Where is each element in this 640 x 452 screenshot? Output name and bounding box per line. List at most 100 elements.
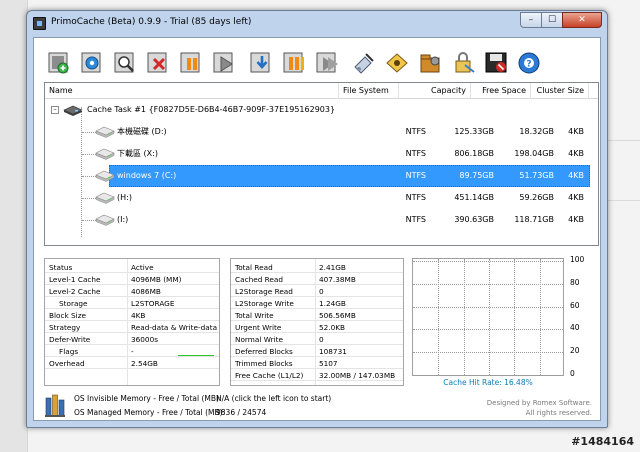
stat-label: Total Read — [235, 263, 273, 272]
stat-value: 0 — [319, 335, 324, 344]
preferences-icon — [420, 54, 440, 73]
drive-row[interactable]: (I:) NTFS 390.63GB 118.71GB 4KB — [45, 209, 598, 231]
hard-drive-icon — [95, 148, 115, 160]
drive-name: 本機磁碟 (D:) — [117, 127, 167, 136]
main-client-area: ? Name File System Capacity Free Space C… — [33, 37, 601, 421]
stat-value: 4096MB (MM) — [131, 275, 182, 284]
license-key-icon — [386, 53, 408, 73]
stat-label: L2Storage Write — [235, 299, 294, 308]
stat-value: 4086MB — [131, 287, 161, 296]
graph-gridline — [464, 259, 465, 375]
play-button[interactable] — [209, 48, 239, 76]
close-button[interactable]: ✕ — [562, 12, 602, 28]
drive-name: 下載區 (X:) — [117, 149, 158, 158]
stat-value: 108731 — [319, 347, 347, 356]
stat-value: 2.54GB — [131, 359, 158, 368]
watermark: #1484164 — [571, 435, 634, 448]
tools-icon — [354, 53, 374, 74]
pause-all-button[interactable] — [279, 48, 309, 76]
stat-label: Overhead — [49, 359, 85, 368]
stat-label: Deferred Blocks — [235, 347, 293, 356]
cache-hit-rate-label: Cache Hit Rate: 16.48% — [443, 378, 533, 387]
stat-label: Flags — [59, 347, 79, 356]
pause-icon — [180, 52, 200, 73]
collapse-toggle[interactable]: – — [51, 106, 59, 114]
stat-row: L2Storage Write 1.24GB — [231, 298, 403, 309]
settings-gear-button[interactable] — [77, 48, 107, 76]
window-title: PrimoCache (Beta) 0.9.9 - Trial (85 days… — [51, 17, 252, 27]
tree-connector — [82, 154, 96, 155]
column-header-file-system[interactable]: File System — [339, 83, 399, 99]
drive-row[interactable]: 下載區 (X:) NTFS 806.18GB 198.04GB 4KB — [45, 143, 598, 165]
stat-label: Normal Write — [235, 335, 283, 344]
preferences-button[interactable] — [415, 48, 445, 76]
stat-row: Status Active — [45, 262, 219, 273]
free-space-cell: 198.04GB — [514, 149, 554, 158]
credit-line: Designed by Romex Software. — [486, 399, 592, 407]
hard-drive-icon — [95, 192, 115, 204]
title-bar[interactable]: PrimoCache (Beta) 0.9.9 - Trial (85 days… — [27, 11, 607, 37]
pause-button[interactable] — [176, 48, 206, 76]
cache-statistics-panel: Total Read 2.41GB Cached Read 407.38MB L2Sto… — [230, 258, 404, 386]
y-axis-tick-label: 40 — [570, 323, 580, 333]
delete-task-icon — [147, 52, 167, 73]
column-header-capacity[interactable]: Capacity — [399, 83, 471, 99]
capacity-cell: 806.18GB — [454, 149, 494, 158]
stat-row: Trimmed Blocks 5107 — [231, 358, 403, 369]
stat-row: Total Write 506.56MB — [231, 310, 403, 321]
disk-save-button[interactable] — [481, 48, 511, 76]
stat-label: Level-2 Cache — [49, 287, 101, 296]
new-task-button[interactable] — [44, 48, 74, 76]
drive-row[interactable]: windows 7 (C:) NTFS 89.75GB 51.73GB 4KB — [45, 165, 598, 187]
os-invisible-memory-label: OS Invisible Memory - Free / Total (MB): — [74, 394, 222, 403]
column-header-free-space[interactable]: Free Space — [471, 83, 531, 99]
stat-label: Block Size — [49, 311, 87, 320]
search-button[interactable] — [110, 48, 140, 76]
maximize-button[interactable]: ☐ — [541, 12, 563, 28]
hard-drive-icon — [95, 170, 115, 182]
file-system-cell: NTFS — [405, 127, 426, 136]
stat-label: Storage — [59, 299, 88, 308]
drive-row[interactable]: 本機磁碟 (D:) NTFS 125.33GB 18.32GB 4KB — [45, 121, 598, 143]
tree-connector — [82, 220, 96, 221]
stat-row: L2Storage Read 0 — [231, 286, 403, 297]
stat-label: Trimmed Blocks — [235, 359, 293, 368]
stat-label: L2Storage Read — [235, 287, 293, 296]
lock-button[interactable] — [448, 48, 478, 76]
stat-row: Free Cache (L1/L2) 32.00MB / 147.03MB — [231, 370, 403, 381]
task-row[interactable]: – Cache Task #1 {F0827D5E-D6B4-46B7-909F… — [45, 99, 598, 121]
minimize-button[interactable]: – — [520, 12, 542, 28]
drive-row[interactable]: (H:) NTFS 451.14GB 59.26GB 4KB — [45, 187, 598, 209]
lock-icon — [455, 52, 475, 73]
delete-task-button[interactable] — [143, 48, 173, 76]
tools-button[interactable] — [349, 48, 379, 76]
stat-value: 52.0KB — [319, 323, 346, 332]
stat-row: Level-2 Cache 4086MB — [45, 286, 219, 297]
new-task-icon — [48, 52, 69, 74]
stat-value: Active — [131, 263, 154, 272]
cluster-size-cell: 4KB — [568, 171, 584, 180]
y-axis-tick-label: 0 — [570, 369, 575, 378]
app-icon — [33, 17, 46, 30]
free-space-cell: 51.73GB — [519, 171, 554, 180]
graph-gridline — [413, 375, 563, 376]
column-header-cluster-size[interactable]: Cluster Size — [531, 83, 589, 99]
drive-name: (H:) — [117, 193, 132, 202]
resume-all-button[interactable] — [312, 48, 342, 76]
column-header-name[interactable]: Name — [45, 83, 339, 99]
stat-value: 1.24GB — [319, 299, 346, 308]
graph-gridline — [489, 259, 490, 375]
license-key-button[interactable] — [382, 48, 412, 76]
download-arrow-button[interactable] — [246, 48, 276, 76]
help-button[interactable]: ? — [514, 48, 544, 76]
cache-task-list[interactable]: Name File System Capacity Free Space Clu… — [44, 82, 599, 246]
memory-icon[interactable] — [44, 392, 66, 418]
task-name: Cache Task #1 {F0827D5E-D6B4-46B7-909F-3… — [87, 105, 336, 114]
help-icon: ? — [518, 52, 540, 74]
tree-connector — [82, 198, 96, 199]
stat-label: Strategy — [49, 323, 81, 332]
stat-row: Normal Write 0 — [231, 334, 403, 345]
cache-task-icon — [63, 105, 83, 116]
free-space-cell: 59.26GB — [519, 193, 554, 202]
file-system-cell: NTFS — [405, 149, 426, 158]
